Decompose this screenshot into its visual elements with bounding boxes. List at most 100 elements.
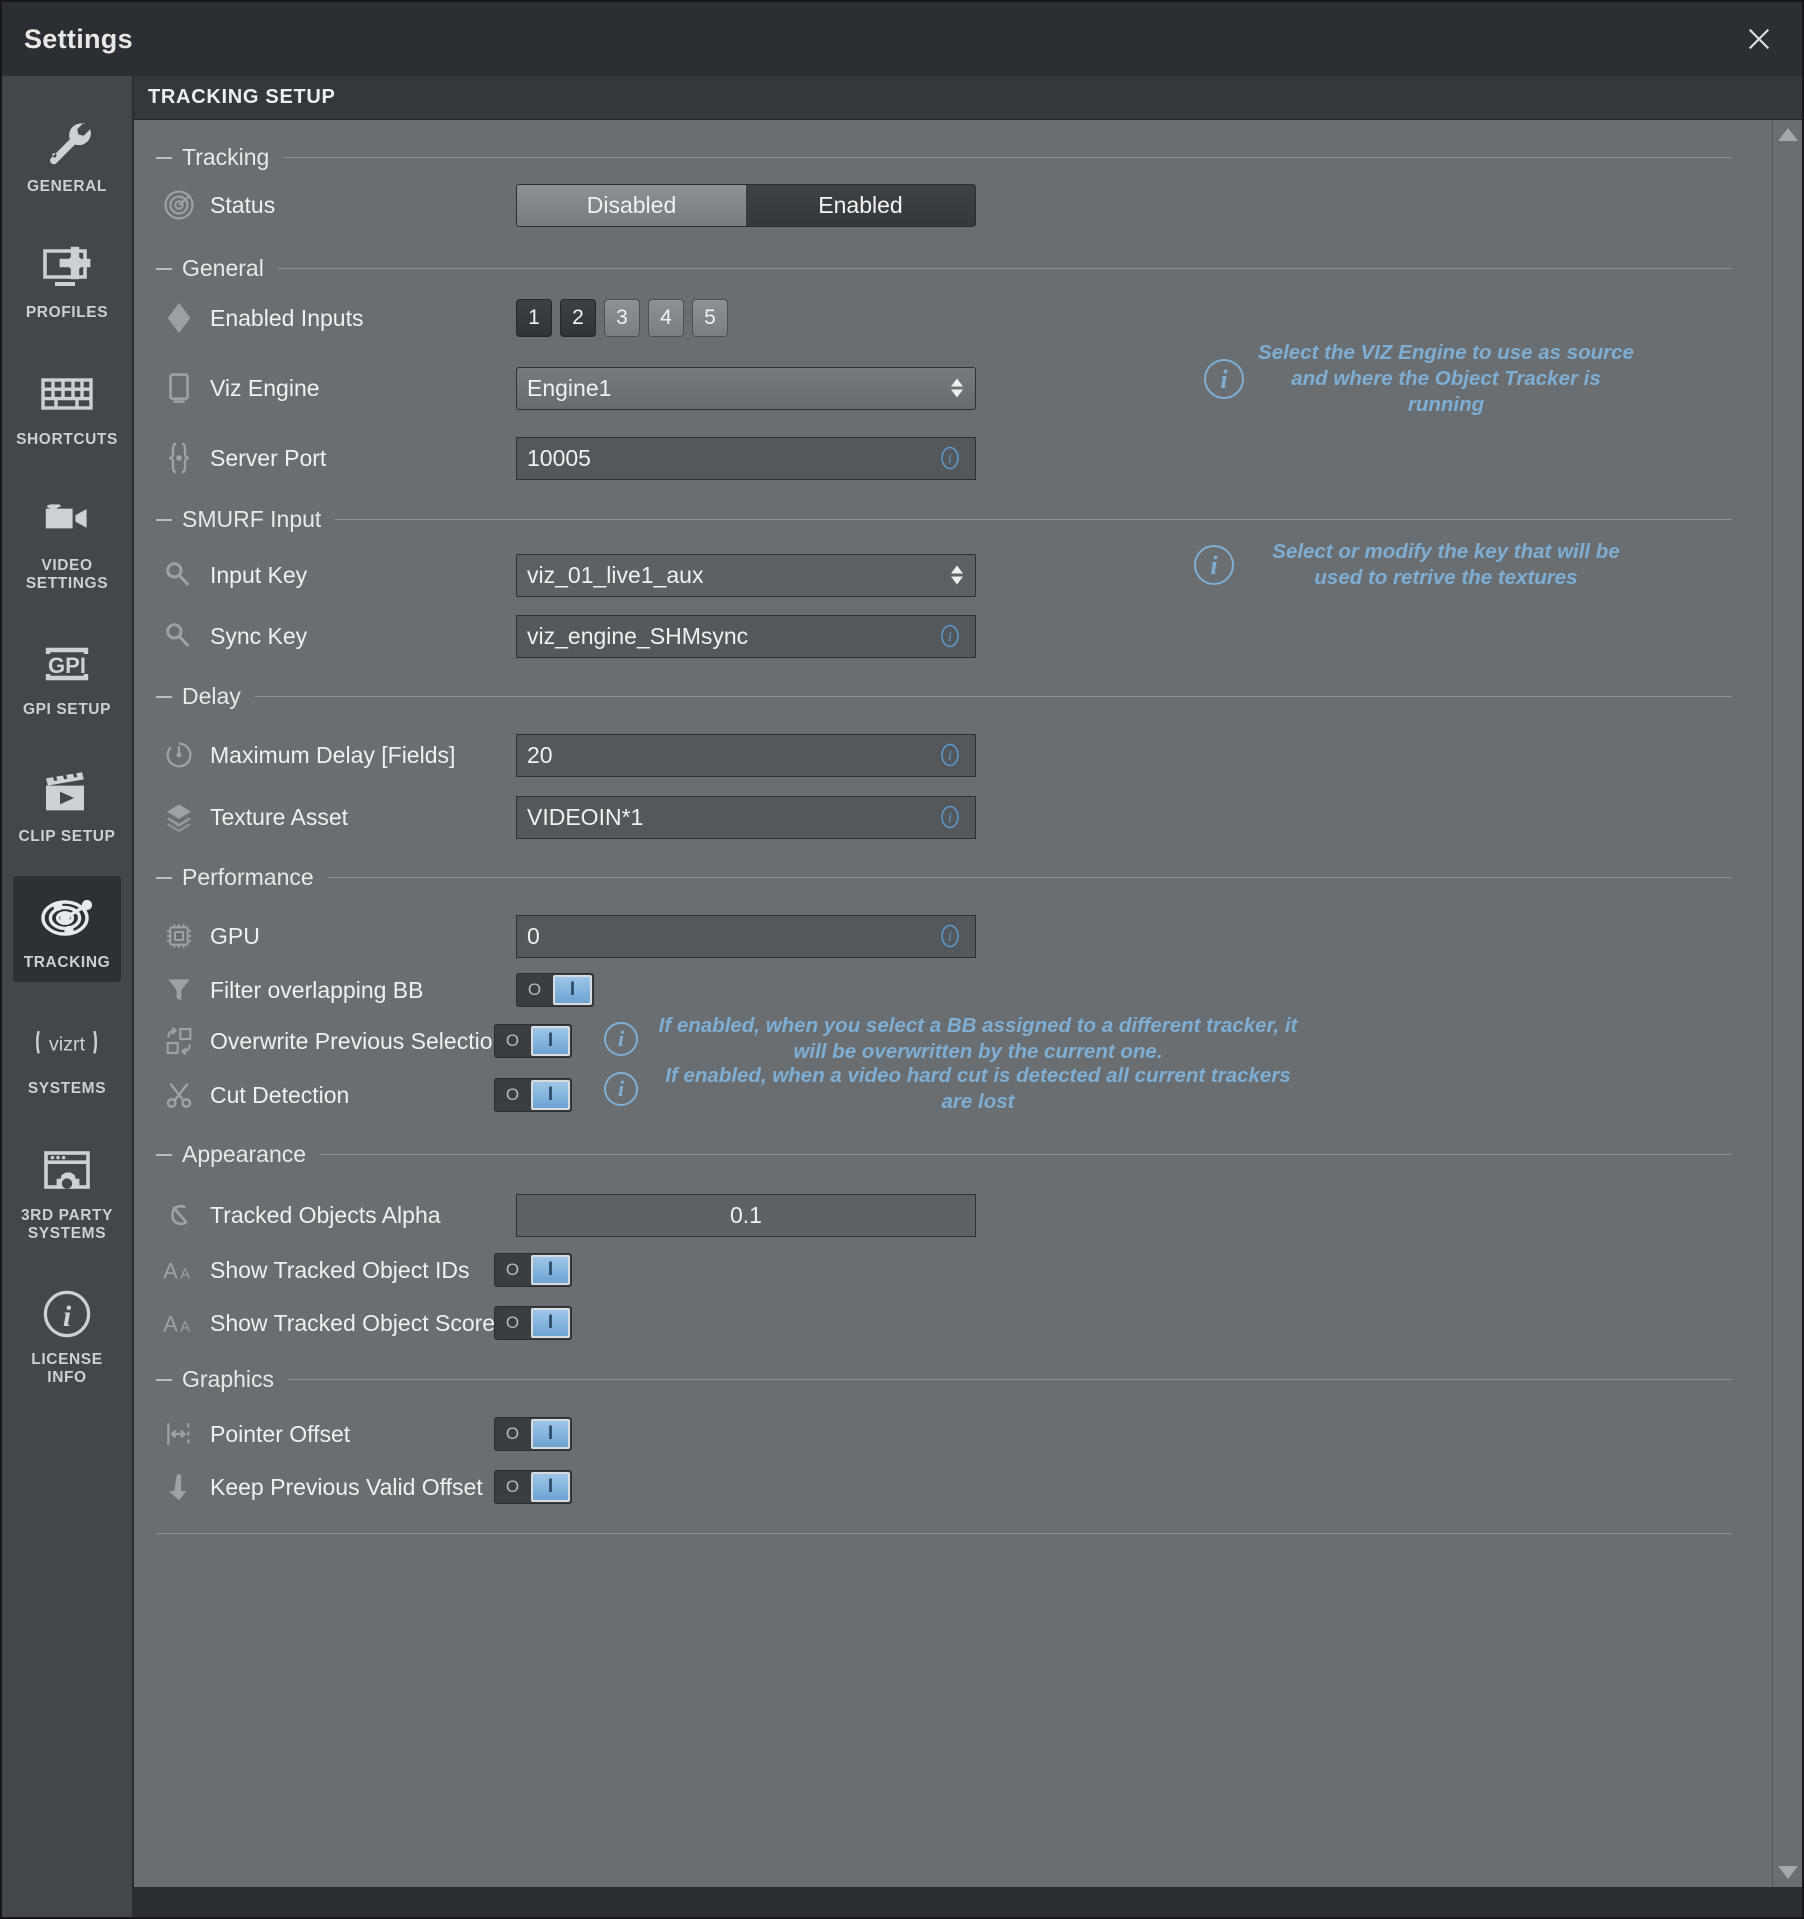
group-header-smurf-input: SMURF Input	[156, 500, 1732, 533]
status-option-enabled[interactable]: Enabled	[746, 184, 975, 226]
status-segmented-control[interactable]: Disabled Enabled	[516, 183, 976, 227]
sidebar-item-license-info[interactable]: i LICENSE INFO	[13, 1273, 121, 1398]
show-tracked-object-ids-toggle[interactable]: O I	[494, 1253, 572, 1287]
sidebar-item-gpi-setup[interactable]: GPI GPI SETUP	[13, 623, 121, 729]
row-cut-detection: Cut Detection O I i If enabled, when a v…	[134, 1064, 1772, 1123]
show-tracked-object-ids-label: Show Tracked Object IDs	[210, 1256, 470, 1283]
group-title: Performance	[182, 864, 314, 890]
group-line	[320, 1154, 1732, 1155]
svg-text:A: A	[163, 1259, 178, 1284]
svg-text:i: i	[948, 930, 952, 945]
settings-window: Settings GENERAL PROFILES SHORTCUTS VIDE…	[0, 0, 1804, 1919]
maximum-delay-label: Maximum Delay [Fields]	[210, 741, 456, 768]
filter-overlapping-bb-toggle[interactable]: O I	[516, 973, 594, 1007]
input-key-value: viz_01_live1_aux	[527, 561, 704, 588]
gpu-input[interactable]: 0 i	[516, 914, 976, 958]
group-header-tracking: Tracking	[156, 138, 1732, 171]
window-gear-icon	[34, 1141, 100, 1199]
scroll-up-arrow-icon[interactable]	[1777, 128, 1798, 141]
info-icon[interactable]: i	[937, 445, 963, 471]
video-camera-icon	[34, 491, 100, 549]
input-chip-3[interactable]: 3	[604, 299, 640, 337]
sidebar-item-shortcuts[interactable]: SHORTCUTS	[13, 353, 121, 459]
input-chip-5[interactable]: 5	[692, 299, 728, 337]
sync-key-input[interactable]: viz_engine_SHMsync i	[516, 614, 976, 658]
input-chip-2[interactable]: 2	[560, 299, 596, 337]
texture-asset-input[interactable]: VIDEOIN*1 i	[516, 795, 976, 839]
info-icon[interactable]: i	[937, 923, 963, 949]
sidebar-item-tracking[interactable]: TRACKING	[13, 875, 121, 983]
input-chip-1[interactable]: 1	[516, 299, 552, 337]
show-tracked-object-scores-toggle[interactable]: O I	[494, 1306, 572, 1340]
keyboard-icon	[34, 365, 100, 423]
sidebar-item-general[interactable]: GENERAL	[13, 100, 121, 206]
settings-form: Tracking Status Disabled Enabled General…	[134, 120, 1772, 1887]
radar-target-icon	[34, 888, 100, 946]
server-port-label: Server Port	[210, 444, 327, 471]
close-icon[interactable]	[1736, 16, 1782, 62]
stopwatch-icon	[156, 738, 202, 772]
tracked-objects-alpha-slider[interactable]: 0.1	[516, 1193, 976, 1237]
info-icon[interactable]: i	[937, 623, 963, 649]
server-port-value: 10005	[527, 444, 591, 471]
toggle-on-label: I	[531, 1255, 570, 1285]
chevron-updown-icon[interactable]	[951, 378, 963, 398]
group-title: Appearance	[182, 1141, 307, 1167]
sidebar-item-systems[interactable]: vizrt SYSTEMS	[13, 1002, 121, 1108]
row-server-port: Server Port 10005 i	[134, 422, 1772, 494]
sidebar-item-label: CLIP SETUP	[18, 827, 116, 845]
bottom-divider	[156, 1533, 1732, 1534]
group-dash	[156, 1378, 172, 1381]
info-icon[interactable]: i	[937, 804, 963, 830]
toggle-off-label: O	[505, 1260, 520, 1279]
svg-text:i: i	[63, 1300, 72, 1333]
toggle-on-label: I	[531, 1026, 570, 1056]
sidebar-item-video-settings[interactable]: VIDEO SETTINGS	[13, 479, 121, 604]
group-title: Graphics	[182, 1366, 275, 1392]
group-line	[288, 1379, 1732, 1380]
layers-icon	[156, 800, 202, 834]
cut-detection-toggle[interactable]: O I	[494, 1078, 572, 1112]
info-icon[interactable]: i	[604, 1022, 638, 1057]
pointer-offset-toggle[interactable]: O I	[494, 1417, 572, 1451]
sidebar-item-3rd-party-systems[interactable]: 3RD PARTY SYSTEMS	[13, 1129, 121, 1254]
status-label: Status	[210, 191, 276, 218]
sidebar-item-clip-setup[interactable]: CLIP SETUP	[13, 750, 121, 856]
input-key-label: Input Key	[210, 561, 308, 588]
row-sync-key: Sync Key viz_engine_SHMsync i	[134, 603, 1772, 669]
content-panel: TRACKING SETUP Tracking Status Disabled …	[134, 76, 1802, 1917]
enabled-inputs-label: Enabled Inputs	[210, 304, 364, 331]
info-circle-icon: i	[34, 1285, 100, 1343]
maximum-delay-input[interactable]: 20 i	[516, 733, 976, 777]
overwrite-previous-selection-toggle[interactable]: O I	[494, 1024, 572, 1058]
row-texture-asset: Texture Asset VIDEOIN*1 i	[134, 784, 1772, 850]
monitor-icon	[156, 371, 202, 405]
key-icon	[156, 559, 202, 591]
input-key-dropdown[interactable]: viz_01_live1_aux	[516, 553, 976, 597]
server-port-input[interactable]: 10005 i	[516, 436, 976, 480]
chevron-updown-icon[interactable]	[951, 565, 963, 585]
row-pointer-offset: Pointer Offset O I	[134, 1393, 1772, 1459]
toggle-off-label: O	[505, 1031, 520, 1050]
group-dash	[156, 518, 172, 521]
viz-engine-dropdown[interactable]: Engine1	[516, 366, 976, 410]
input-chip-4[interactable]: 4	[648, 299, 684, 337]
status-option-disabled[interactable]: Disabled	[517, 184, 746, 226]
keep-previous-valid-offset-toggle[interactable]: O I	[494, 1470, 572, 1504]
scroll-down-arrow-icon[interactable]	[1777, 1866, 1798, 1879]
filter-overlapping-bb-label: Filter overlapping BB	[210, 976, 424, 1003]
input-key-hint-text: Select or modify the key that will be us…	[1272, 540, 1620, 590]
sidebar-item-profiles[interactable]: PROFILES	[13, 226, 121, 332]
info-icon[interactable]: i	[937, 742, 963, 768]
overwrite-previous-selection-hint: i If enabled, when you select a BB assig…	[604, 1013, 1304, 1065]
arrow-down-icon	[156, 1471, 202, 1503]
row-show-tracked-object-ids: A A Show Tracked Object IDs O I	[134, 1244, 1772, 1296]
texture-asset-label: Texture Asset	[210, 803, 349, 830]
info-icon[interactable]: i	[1194, 545, 1234, 586]
info-icon[interactable]: i	[1204, 359, 1244, 400]
row-viz-engine: Viz Engine Engine1 i Select the VIZ Engi…	[134, 341, 1772, 422]
toggle-on-label: I	[531, 1308, 570, 1338]
vertical-scrollbar[interactable]	[1772, 120, 1802, 1887]
info-icon[interactable]: i	[604, 1072, 638, 1107]
gpu-value: 0	[527, 922, 540, 949]
